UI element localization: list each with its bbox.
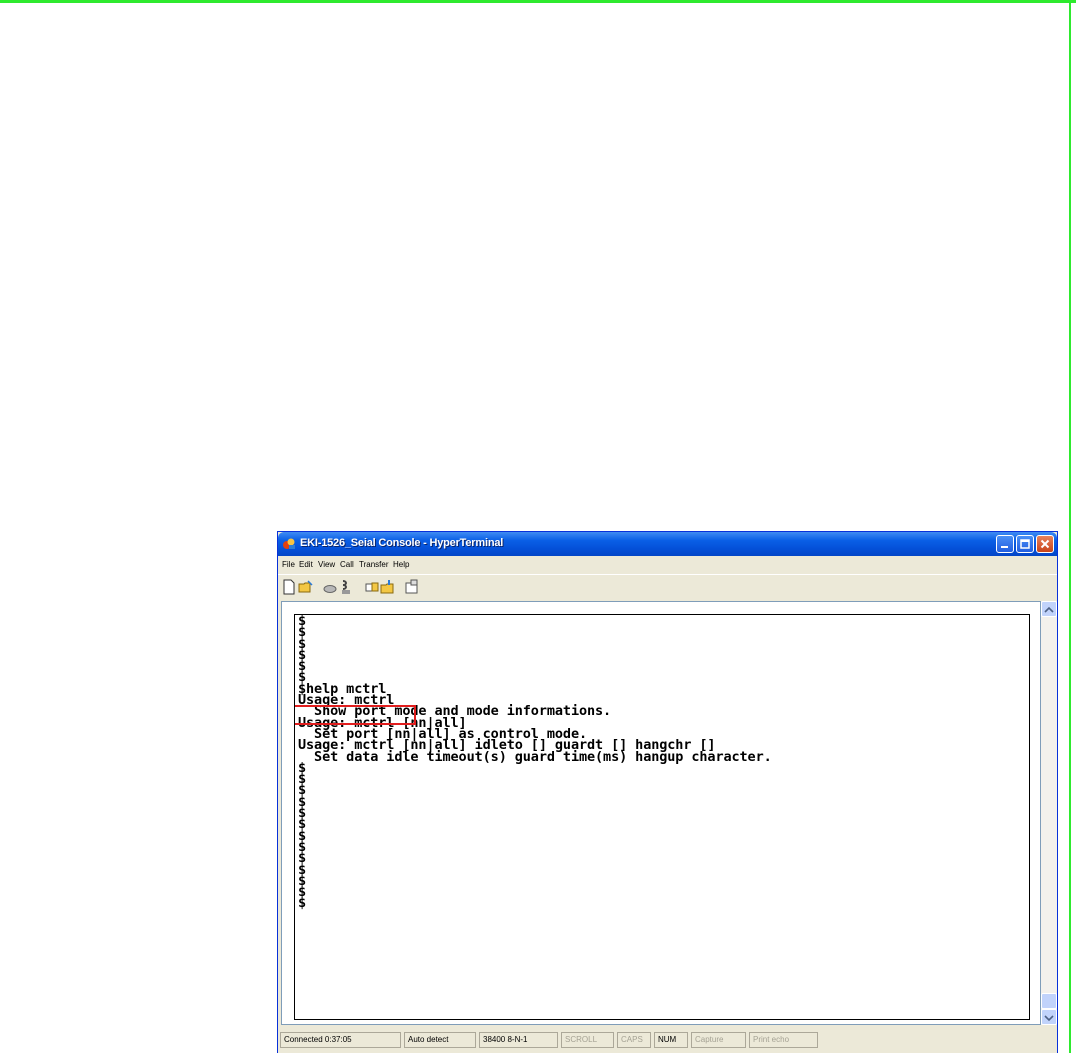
terminal-line: $ <box>298 771 307 788</box>
terminal-line: $ <box>298 624 307 641</box>
terminal-line: $ <box>298 838 307 855</box>
close-button[interactable] <box>1036 535 1054 553</box>
minimize-icon <box>1001 546 1008 548</box>
hyperterminal-window: EKI-1526_Seial Console - HyperTerminal F… <box>277 531 1058 1053</box>
menu-bar: File Edit View Call Transfer Help <box>278 556 1057 574</box>
terminal-line: $ <box>298 646 307 663</box>
terminal-line: $ <box>298 827 307 844</box>
terminal-screen[interactable]: $ $ $ $ $ $ $help mctrl Usage: mctrl Show port … <box>294 614 1030 1020</box>
terminal-line: $ <box>298 635 307 652</box>
status-emulation: Auto detect <box>404 1032 476 1048</box>
chevron-down-icon <box>1044 1015 1054 1022</box>
terminal-line: $ <box>298 793 307 810</box>
scroll-up-button[interactable] <box>1041 601 1057 617</box>
properties-icon[interactable] <box>404 579 420 595</box>
command-highlight-box <box>295 705 416 725</box>
terminal-line: $ <box>298 895 307 912</box>
right-accent-rule <box>1069 3 1071 1053</box>
disconnect-phone-icon[interactable] <box>338 579 354 595</box>
connect-phone-icon[interactable] <box>322 579 338 595</box>
toolbar <box>278 574 1057 601</box>
menu-transfer[interactable]: Transfer <box>359 560 389 569</box>
status-connection-time: Connected 0:37:05 <box>280 1032 401 1048</box>
terminal-line: $ <box>298 850 307 867</box>
menu-call[interactable]: Call <box>340 560 354 569</box>
hyperterminal-app-icon[interactable] <box>282 537 296 551</box>
chevron-up-icon <box>1044 606 1054 613</box>
title-bar[interactable]: EKI-1526_Seial Console - HyperTerminal <box>278 532 1057 556</box>
top-accent-rule <box>0 0 1076 3</box>
new-document-icon[interactable] <box>281 579 297 595</box>
terminal-line: $ <box>298 614 307 629</box>
status-print-echo: Print echo <box>749 1032 818 1048</box>
terminal-line: $ <box>298 816 307 833</box>
status-scroll: SCROLL <box>561 1032 614 1048</box>
terminal-line: $ <box>298 884 307 901</box>
maximize-button[interactable] <box>1016 535 1034 553</box>
send-icon[interactable] <box>364 579 380 595</box>
menu-help[interactable]: Help <box>393 560 409 569</box>
terminal-line: $ <box>298 805 307 822</box>
maximize-icon <box>1020 539 1030 549</box>
menu-view[interactable]: View <box>318 560 335 569</box>
status-caps: CAPS <box>617 1032 651 1048</box>
terminal-area[interactable]: $ $ $ $ $ $ $help mctrl Usage: mctrl Show port … <box>281 601 1041 1025</box>
terminal-output: $ $ $ $ $ $ $help mctrl Usage: mctrl Show port … <box>298 614 772 912</box>
open-folder-icon[interactable] <box>298 579 314 595</box>
terminal-line: $ <box>298 782 307 799</box>
terminal-line: Set data idle timeout(s) guard time(ms) … <box>298 748 772 765</box>
scrollbar-thumb[interactable] <box>1041 993 1057 1009</box>
status-port-settings: 38400 8-N-1 <box>479 1032 558 1048</box>
terminal-line: $ <box>298 872 307 889</box>
minimize-button[interactable] <box>996 535 1014 553</box>
status-num: NUM <box>654 1032 688 1048</box>
scroll-down-button[interactable] <box>1041 1009 1057 1025</box>
window-title: EKI-1526_Seial Console - HyperTerminal <box>300 537 504 549</box>
status-capture: Capture <box>691 1032 746 1048</box>
menu-edit[interactable]: Edit <box>299 560 313 569</box>
terminal-line: $ <box>298 861 307 878</box>
close-icon <box>1040 539 1050 549</box>
terminal-line: $ <box>298 658 307 675</box>
vertical-scrollbar[interactable] <box>1041 601 1057 1025</box>
menu-file[interactable]: File <box>282 560 295 569</box>
receive-icon[interactable] <box>380 579 396 595</box>
status-bar: Connected 0:37:05 Auto detect 38400 8-N-… <box>278 1028 1057 1054</box>
